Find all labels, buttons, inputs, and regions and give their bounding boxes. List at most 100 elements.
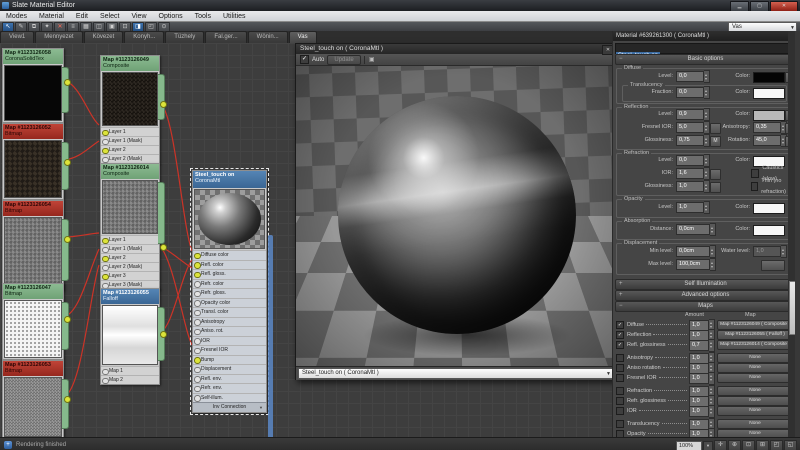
node-slot[interactable]: Anisotropy [193,317,266,327]
panel-title[interactable]: Material #639261300 ( CoronaMtl ) ✕ [613,31,796,41]
output-connector[interactable] [160,101,167,108]
move-children-icon[interactable]: ≡ [67,22,79,32]
tab-view1[interactable]: View1 [0,31,34,43]
map-checkbox[interactable] [616,407,624,415]
node-slot[interactable]: IOR [193,336,266,346]
map-slot-button[interactable]: Map #1123126055 ( Falloff ) [717,330,793,340]
map-checkbox[interactable] [616,387,624,395]
diffuse-level-field[interactable]: 0,0 [676,72,710,81]
connect-icon[interactable]: ✎ [15,22,27,32]
absorption-distance-field[interactable]: 0,0cm [676,225,716,234]
rollout-basic-options[interactable]: −Basic options [615,54,796,65]
tab-kovezet[interactable]: Kövezet [84,31,124,43]
map-amount-field[interactable]: 1,0 [689,374,715,383]
menu-options[interactable]: Options [153,13,189,20]
input-connector[interactable] [194,357,201,364]
reflection-glossiness-field[interactable]: 0,75 [676,136,710,145]
menu-view[interactable]: View [125,13,152,20]
node-slot[interactable]: Aniso. rot. [193,326,266,336]
map-slot-button[interactable]: None [717,373,793,383]
map-checkbox[interactable] [616,364,624,372]
node-composite-49[interactable]: Map #1123126049 Composite Layer 1 Layer … [100,55,160,164]
map-amount-field[interactable]: 0,7 [689,341,715,350]
node-slot[interactable]: Layer 1 (Mask) [101,244,159,253]
spinner[interactable] [709,372,715,385]
input-connector[interactable] [194,367,201,374]
tab-falger[interactable]: Fal.ger... [205,31,246,43]
tab-konyha[interactable]: Konyh... [124,31,164,43]
menu-tools[interactable]: Tools [189,13,217,20]
node-footer-dropdown[interactable]: Inv Connection▼ [193,402,266,412]
rotation-field[interactable]: 45,0 [753,136,787,145]
output-tab[interactable] [62,142,69,190]
node-falloff-55[interactable]: Map #1123126055 Falloff Map 1 Map 2 [100,288,160,385]
map-checkbox[interactable] [616,374,624,382]
refraction-glossiness-field[interactable]: 1,0 [676,182,710,191]
input-connector[interactable] [102,378,109,385]
zoom-icon[interactable]: ⊕ [728,440,741,450]
node-slot[interactable]: Displacement [193,364,266,374]
map-slot-button[interactable]: None [717,363,793,373]
opacity-level-field[interactable]: 1,0 [676,203,710,212]
menu-modes[interactable]: Modes [0,13,33,20]
material-id-icon[interactable]: ⊙ [158,22,170,32]
menu-material[interactable]: Material [33,13,70,20]
opacity-color-swatch[interactable] [753,203,785,214]
delete-icon[interactable]: ✕ [54,22,66,32]
node-slot[interactable]: Layer 2 [101,253,159,262]
input-connector[interactable] [194,338,201,345]
spinner[interactable] [704,108,710,121]
output-connector[interactable] [64,79,71,86]
input-connector[interactable] [194,329,201,336]
displacement-max-field[interactable]: 100,0cm [676,260,716,269]
map-checkbox[interactable] [616,420,624,428]
show-background-icon[interactable]: ◫ [93,22,105,32]
tab-wonin[interactable]: Wönin... [248,31,288,43]
layout-all-icon[interactable]: ▣ [106,22,118,32]
node-slot[interactable]: Refr. color [193,279,266,289]
assign-material-icon[interactable]: ✦ [41,22,53,32]
update-button[interactable]: Update [327,55,360,65]
zoom-extents-icon[interactable]: ⊞ [756,440,769,450]
select-icon[interactable]: ↖ [2,22,14,32]
translucency-fraction-field[interactable]: 0,0 [676,88,710,97]
output-connector[interactable] [64,396,71,403]
refraction-level-field[interactable]: 0,0 [676,156,710,165]
anisotropy-field[interactable]: 0,35 [753,123,787,132]
map-checkbox[interactable] [616,321,624,329]
window-titlebar[interactable]: Slate Material Editor ▁ ▢ ✕ [0,0,800,11]
tab-mennyezet[interactable]: Mennyezet [35,31,82,43]
material-preview-window[interactable]: Steel_touch on ( CoronaMtl ) ✕ Auto Upda… [295,43,617,380]
node-bitmap-52[interactable]: Map #1123126052 Bitmap [2,123,64,200]
input-connector[interactable] [194,348,201,355]
node-slot[interactable]: Diffuse color [193,250,266,260]
node-bitmap-53[interactable]: Map #1123126053 Bitmap [2,360,64,437]
spinner[interactable] [710,258,716,271]
node-slot[interactable]: Transl. color [193,307,266,317]
reflection-color-swatch[interactable] [753,110,785,121]
fresnel-ior-field[interactable]: 5,0 [676,123,710,132]
menu-select[interactable]: Select [94,13,125,20]
displacement-map-button[interactable] [761,260,785,271]
input-connector[interactable] [194,386,201,393]
node-composite-14[interactable]: Map #1123126014 Composite Layer 1 Layer … [100,163,160,290]
node-slot[interactable]: Refl. gloss. [193,269,266,279]
map-checkbox[interactable] [616,341,624,349]
map-slot-button[interactable]: None [717,396,793,406]
render-options-icon[interactable]: ▣ [368,56,376,64]
diffuse-color-swatch[interactable] [753,72,785,83]
pan-to-selected-icon[interactable]: ◱ [784,440,797,450]
map-slot-button[interactable]: Map #1123126014 ( Composite ) [717,340,793,350]
output-connector[interactable] [160,244,167,251]
node-slot[interactable]: Layer 2 (Mask) [101,154,159,163]
spinner[interactable] [704,201,710,214]
spinner[interactable] [704,86,710,99]
node-slot[interactable]: Refl. color [193,260,266,270]
output-tab[interactable] [62,219,69,281]
input-connector[interactable] [194,272,201,279]
output-connector[interactable] [64,159,71,166]
node-slot[interactable]: Bump [193,355,266,365]
status-icon[interactable]: + [4,441,12,449]
output-tab[interactable] [62,302,69,350]
pan-icon[interactable]: ✛ [714,440,727,450]
